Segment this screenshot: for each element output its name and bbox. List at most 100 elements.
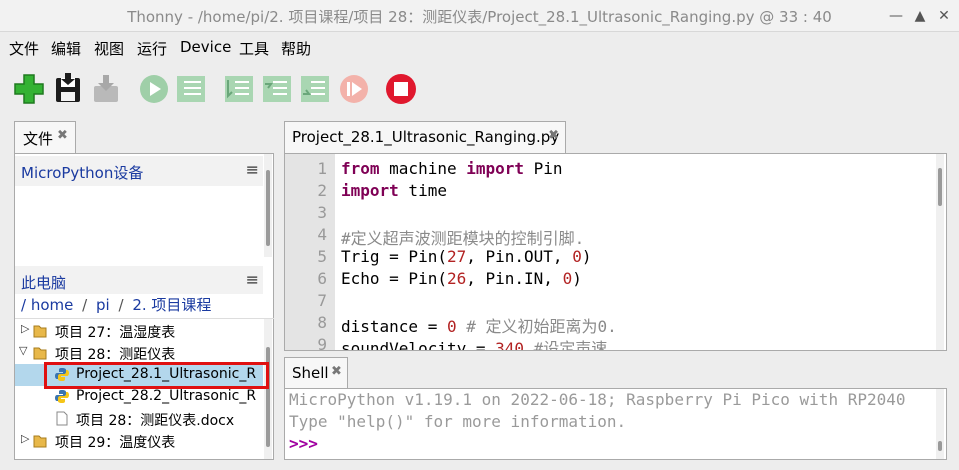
menu-help[interactable]: 帮助: [281, 38, 311, 59]
code-token: Trig = Pin(: [341, 247, 447, 266]
close-window-icon[interactable]: ✕: [934, 6, 954, 26]
expand-arrow-icon[interactable]: ▷: [21, 322, 29, 335]
code-editor[interactable]: 1 2 3 4 5 6 7 8 9 from machine import Pin import …: [284, 153, 947, 351]
crumb-project-dir[interactable]: 2. 项目课程: [132, 296, 211, 314]
code-line: distance = 0 # 定义初始距离为0.: [341, 313, 617, 337]
line-number: 2: [317, 181, 327, 200]
close-files-tab-icon[interactable]: ✖: [57, 128, 68, 143]
computer-header-label: 此电脑: [21, 274, 67, 292]
close-editor-tab-icon[interactable]: ✖: [548, 128, 559, 143]
device-menu-icon[interactable]: ≡: [246, 160, 259, 179]
maximize-icon[interactable]: ▲: [910, 6, 930, 26]
folder-icon: [33, 347, 47, 360]
tree-item-folder[interactable]: ▷ 项目 29：温度仪表: [15, 430, 263, 452]
menu-run[interactable]: 运行: [137, 38, 167, 59]
editor-scroll-thumb[interactable]: [938, 168, 942, 206]
line-number: 8: [317, 313, 327, 332]
crumb-home[interactable]: home: [31, 296, 74, 314]
code-line: Echo = Pin(26, Pin.IN, 0): [341, 269, 582, 288]
code-token: Echo = Pin(: [341, 269, 447, 288]
line-number: 7: [317, 291, 327, 310]
code-token: 26: [446, 269, 467, 288]
code-token: ): [581, 247, 592, 266]
device-header: MicroPython设备 ≡: [15, 156, 263, 186]
tree-item-label: 项目 29：温度仪表: [55, 435, 176, 451]
code-line: Trig = Pin(27, Pin.OUT, 0): [341, 247, 591, 266]
menu-device[interactable]: Device: [180, 38, 231, 56]
tree-item-file[interactable]: 项目 28：测距仪表.docx: [15, 408, 263, 430]
folder-icon: [33, 435, 47, 448]
editor-tab-label: Project_28.1_Ultrasonic_Ranging.py: [292, 128, 560, 146]
device-scroll-thumb[interactable]: [266, 170, 270, 246]
run-icon[interactable]: [137, 72, 171, 106]
new-file-icon[interactable]: [12, 72, 46, 106]
shell-prompt[interactable]: >>>: [289, 434, 318, 453]
files-panel: MicroPython设备 ≡ 此电脑 ≡ / home / pi / 2. 项…: [14, 153, 274, 460]
code-line: soundVelocity = 340 #设定声速.: [341, 335, 617, 351]
menu-edit[interactable]: 编辑: [51, 38, 81, 59]
shell-scrollbar[interactable]: [936, 389, 944, 459]
code-token: soundVelocity =: [341, 339, 496, 351]
menu-view[interactable]: 视图: [94, 38, 124, 59]
menu-bar: 文件 编辑 视图 运行 Device 工具 帮助: [0, 32, 959, 62]
resume-icon[interactable]: [337, 72, 371, 106]
tab-files[interactable]: 文件 ✖: [14, 121, 76, 154]
tree-scrollbar[interactable]: [264, 319, 272, 459]
shell-scroll-thumb[interactable]: [938, 441, 942, 451]
code-token: 27: [446, 247, 467, 266]
shell-console[interactable]: MicroPython v1.19.1 on 2022-06-18; Raspb…: [284, 388, 947, 460]
tab-shell[interactable]: Shell ✖: [284, 357, 348, 389]
code-token: import: [466, 159, 525, 178]
crumb-separator: /: [82, 296, 88, 314]
code-token: Pin: [524, 159, 563, 178]
document-icon: [56, 411, 68, 426]
tab-editor-file[interactable]: Project_28.1_Ultrasonic_Ranging.py ✖: [284, 121, 566, 154]
tab-files-label: 文件: [23, 130, 54, 148]
code-token: machine: [379, 159, 467, 178]
code-token: 0: [572, 247, 582, 266]
code-token: 340: [495, 339, 525, 351]
minimize-icon[interactable]: —: [886, 6, 906, 26]
device-scrollbar[interactable]: [264, 154, 272, 257]
window-title: Thonny - /home/pi/2. 项目课程/项目 28：测距仪表/Pro…: [127, 8, 832, 26]
code-token: 0: [446, 317, 457, 336]
crumb-root[interactable]: /: [21, 296, 26, 314]
code-token: #设定声速.: [524, 339, 617, 351]
selection-highlight-box: [44, 362, 269, 389]
toolbar: [0, 66, 959, 114]
download-icon[interactable]: [89, 72, 123, 106]
collapse-arrow-icon[interactable]: ▽: [19, 344, 27, 357]
title-bar: Thonny - /home/pi/2. 项目课程/项目 28：测距仪表/Pro…: [0, 0, 959, 32]
line-number: 3: [317, 203, 327, 222]
save-icon[interactable]: [51, 72, 85, 106]
code-token: distance =: [341, 317, 447, 336]
step-over-icon[interactable]: [222, 72, 256, 106]
breadcrumb: / home / pi / 2. 项目课程: [21, 294, 211, 315]
menu-file[interactable]: 文件: [9, 38, 39, 59]
code-line: import time: [341, 181, 447, 200]
menu-tools[interactable]: 工具: [239, 38, 269, 59]
step-into-icon[interactable]: [260, 72, 294, 106]
editor-scrollbar[interactable]: [936, 154, 944, 350]
crumb-pi[interactable]: pi: [96, 296, 110, 314]
expand-arrow-icon[interactable]: ▷: [21, 432, 29, 445]
code-token: # 定义初始距离为0.: [456, 317, 617, 336]
tree-item-label: 项目 27：温湿度表: [55, 325, 176, 341]
computer-menu-icon[interactable]: ≡: [246, 270, 259, 289]
tree-item-folder[interactable]: ▽ 项目 28：测距仪表: [15, 342, 263, 364]
debug-icon[interactable]: [174, 72, 208, 106]
close-shell-tab-icon[interactable]: ✖: [331, 364, 342, 379]
code-token: , Pin.IN,: [466, 269, 563, 288]
tree-item-file[interactable]: Project_28.2_Ultrasonic_R: [15, 386, 263, 408]
code-token: import: [341, 181, 399, 200]
code-token: 0: [562, 269, 573, 288]
tree-item-folder[interactable]: ▷ 项目 27：温湿度表: [15, 320, 263, 342]
tree-item-label: 项目 28：测距仪表: [55, 347, 176, 363]
line-number: 5: [317, 247, 327, 266]
folder-icon: [33, 325, 47, 338]
python-file-icon: [55, 390, 69, 403]
step-out-icon[interactable]: [298, 72, 332, 106]
shell-tab-label: Shell: [292, 364, 329, 382]
shell-output-line: MicroPython v1.19.1 on 2022-06-18; Raspb…: [289, 390, 906, 409]
stop-icon[interactable]: [384, 72, 418, 106]
